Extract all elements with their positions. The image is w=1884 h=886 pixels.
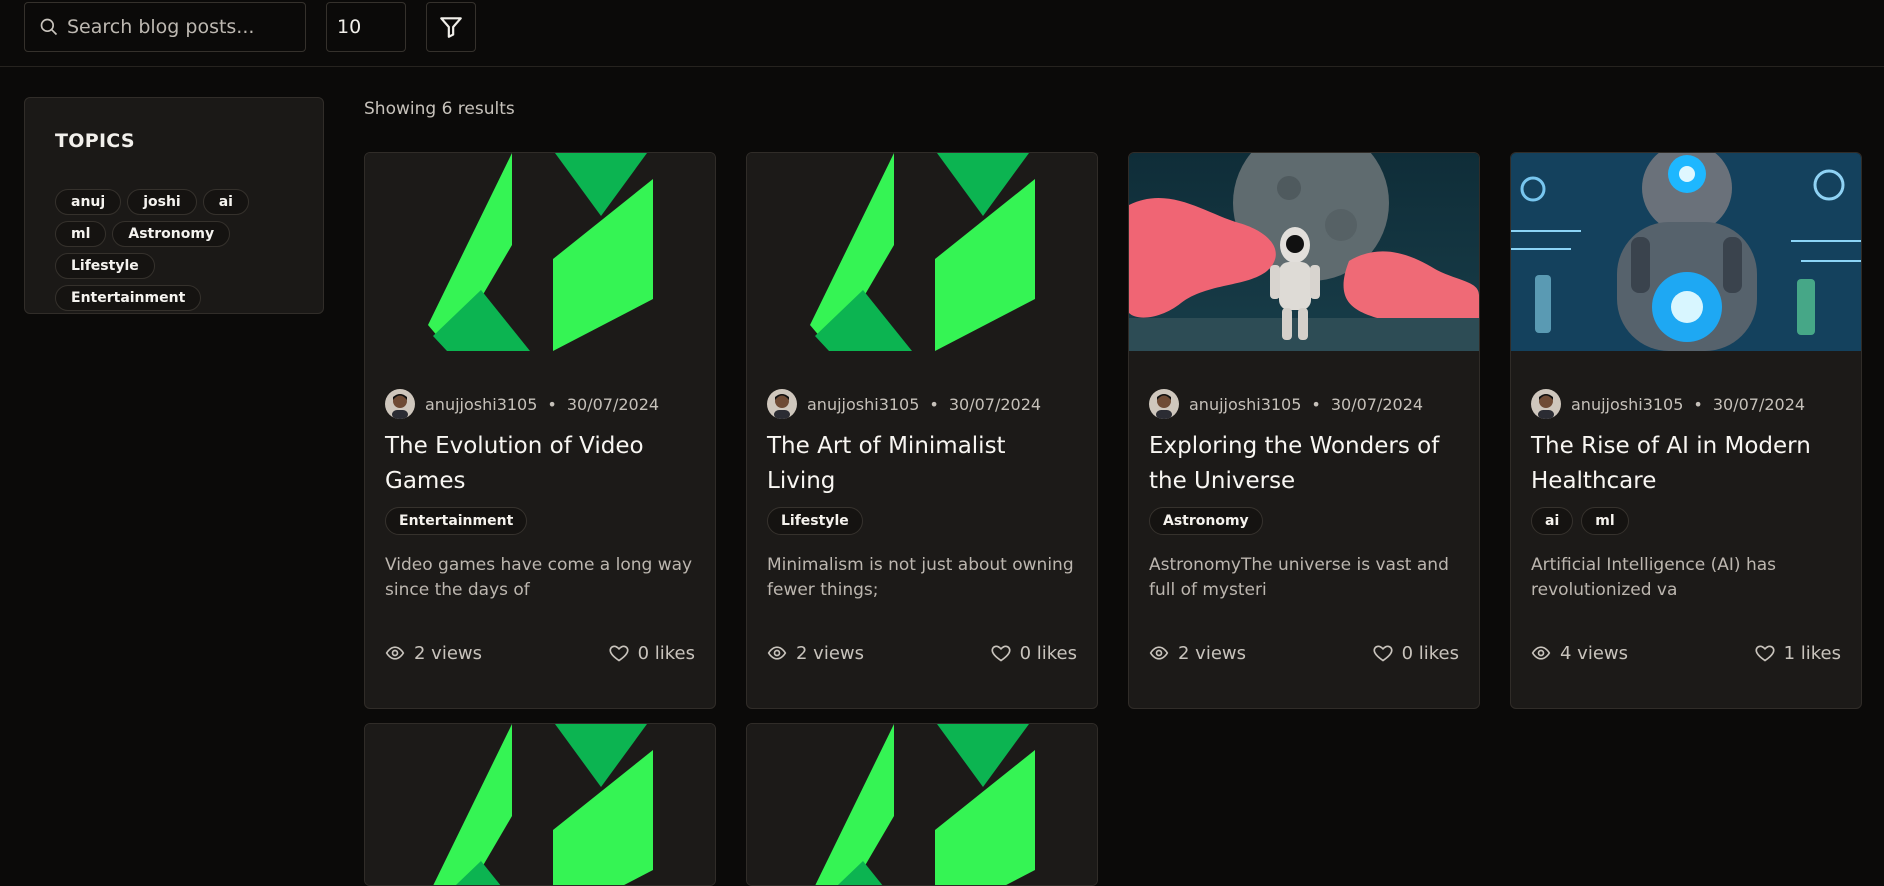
likes-label: 0 likes: [1019, 642, 1077, 664]
topic-chip-entertainment[interactable]: Entertainment: [55, 285, 202, 311]
topics-title: TOPICS: [55, 130, 135, 152]
heart-icon: [1373, 645, 1393, 662]
post-card[interactable]: [746, 723, 1098, 886]
search-input[interactable]: [67, 16, 297, 38]
avatar: [1531, 389, 1561, 419]
topic-chip-astronomy[interactable]: Astronomy: [112, 221, 231, 247]
likes-label: 0 likes: [637, 642, 695, 664]
post-author[interactable]: anujjoshi3105: [425, 395, 537, 414]
post-card[interactable]: anujjoshi3105 • 30/07/2024 Exploring the…: [1128, 152, 1480, 709]
meta-separator: •: [1311, 394, 1321, 414]
meta-separator: •: [547, 394, 557, 414]
post-title[interactable]: The Evolution of Video Games: [385, 429, 695, 499]
top-toolbar: 10: [0, 0, 1884, 67]
post-excerpt: Minimalism is not just about owning fewe…: [767, 555, 1074, 600]
topic-chip-lifestyle[interactable]: Lifestyle: [55, 253, 155, 279]
eye-icon: [1531, 646, 1551, 660]
post-cover-image: [747, 724, 1097, 885]
post-tag-ml[interactable]: ml: [1581, 507, 1629, 535]
avatar: [385, 389, 415, 419]
avatar: [767, 389, 797, 419]
post-excerpt: Artificial Intelligence (AI) has revolut…: [1531, 555, 1777, 600]
page-size-input[interactable]: 10: [326, 2, 406, 52]
views-label: 4 views: [1560, 642, 1629, 664]
post-stats: 2 views 0 likes: [1149, 638, 1459, 668]
avatar: [1149, 389, 1179, 419]
post-tags: ai ml: [1531, 507, 1841, 535]
filter-icon: [440, 17, 462, 38]
like-button[interactable]: 0 likes: [609, 643, 695, 664]
post-author[interactable]: anujjoshi3105: [1189, 395, 1301, 414]
post-tag[interactable]: Lifestyle: [767, 507, 863, 535]
like-button[interactable]: 0 likes: [1373, 643, 1459, 664]
post-date: 30/07/2024: [948, 394, 1042, 414]
likes-label: 0 likes: [1401, 642, 1459, 664]
topic-chip-anuj[interactable]: anuj: [55, 189, 122, 215]
post-cover-image: [1129, 153, 1479, 351]
topics-panel: TOPICS anuj joshi ai ml Astronomy Lifest…: [24, 97, 324, 314]
post-card[interactable]: [364, 723, 716, 886]
views-count: 2 views: [1149, 643, 1246, 664]
post-meta: anujjoshi3105 • 30/07/2024: [767, 389, 1077, 419]
post-cover-image: [747, 153, 1097, 351]
post-author[interactable]: anujjoshi3105: [807, 395, 919, 414]
post-excerpt: Video games have come a long way since t…: [385, 555, 693, 600]
post-tag[interactable]: Entertainment: [385, 507, 528, 535]
views-count: 2 views: [767, 643, 864, 664]
views-label: 2 views: [1178, 642, 1247, 664]
post-tags: Entertainment: [385, 507, 695, 535]
post-cover-image: [365, 153, 715, 351]
post-card[interactable]: anujjoshi3105 • 30/07/2024 The Rise of A…: [1510, 152, 1862, 709]
search-box[interactable]: [24, 2, 306, 52]
post-date: 30/07/2024: [1330, 394, 1424, 414]
like-button[interactable]: 1 likes: [1755, 643, 1841, 664]
topic-chip-ai[interactable]: ai: [202, 189, 249, 215]
views-label: 2 views: [414, 642, 483, 664]
post-meta: anujjoshi3105 • 30/07/2024: [385, 389, 695, 419]
post-tags: Astronomy: [1149, 507, 1459, 535]
views-count: 2 views: [385, 643, 482, 664]
post-tags: Lifestyle: [767, 507, 1077, 535]
likes-label: 1 likes: [1783, 642, 1841, 664]
views-count: 4 views: [1531, 643, 1628, 664]
like-button[interactable]: 0 likes: [991, 643, 1077, 664]
post-cover-image: [365, 724, 715, 885]
post-cover-image: [1511, 153, 1861, 351]
topics-chip-list: anuj joshi ai ml Astronomy Lifestyle Ent…: [55, 189, 285, 311]
post-title[interactable]: Exploring the Wonders of the Universe: [1149, 429, 1459, 499]
post-date: 30/07/2024: [566, 394, 660, 414]
results-count: Showing 6 results: [364, 99, 515, 119]
meta-separator: •: [929, 394, 939, 414]
post-stats: 4 views 1 likes: [1531, 638, 1841, 668]
views-label: 2 views: [796, 642, 865, 664]
search-icon: [40, 18, 58, 36]
heart-icon: [1755, 645, 1775, 662]
post-title[interactable]: The Rise of AI in Modern Healthcare: [1531, 429, 1841, 499]
post-author[interactable]: anujjoshi3105: [1571, 395, 1683, 414]
post-meta: anujjoshi3105 • 30/07/2024: [1149, 389, 1459, 419]
post-meta: anujjoshi3105 • 30/07/2024: [1531, 389, 1841, 419]
topic-chip-joshi[interactable]: joshi: [127, 189, 197, 215]
post-date: 30/07/2024: [1712, 394, 1806, 414]
heart-icon: [609, 645, 629, 662]
post-card[interactable]: anujjoshi3105 • 30/07/2024 The Art of Mi…: [746, 152, 1098, 709]
post-stats: 2 views 0 likes: [385, 638, 695, 668]
post-excerpt: AstronomyThe universe is vast and full o…: [1149, 555, 1449, 600]
eye-icon: [385, 646, 405, 660]
eye-icon: [1149, 646, 1169, 660]
eye-icon: [767, 646, 787, 660]
filter-button[interactable]: [426, 2, 476, 52]
post-tag-ai[interactable]: ai: [1531, 507, 1574, 535]
post-title[interactable]: The Art of Minimalist Living: [767, 429, 1077, 499]
post-card[interactable]: anujjoshi3105 • 30/07/2024 The Evolution…: [364, 152, 716, 709]
topic-chip-ml[interactable]: ml: [55, 221, 107, 247]
post-stats: 2 views 0 likes: [767, 638, 1077, 668]
post-tag[interactable]: Astronomy: [1149, 507, 1263, 535]
meta-separator: •: [1693, 394, 1703, 414]
heart-icon: [991, 645, 1011, 662]
